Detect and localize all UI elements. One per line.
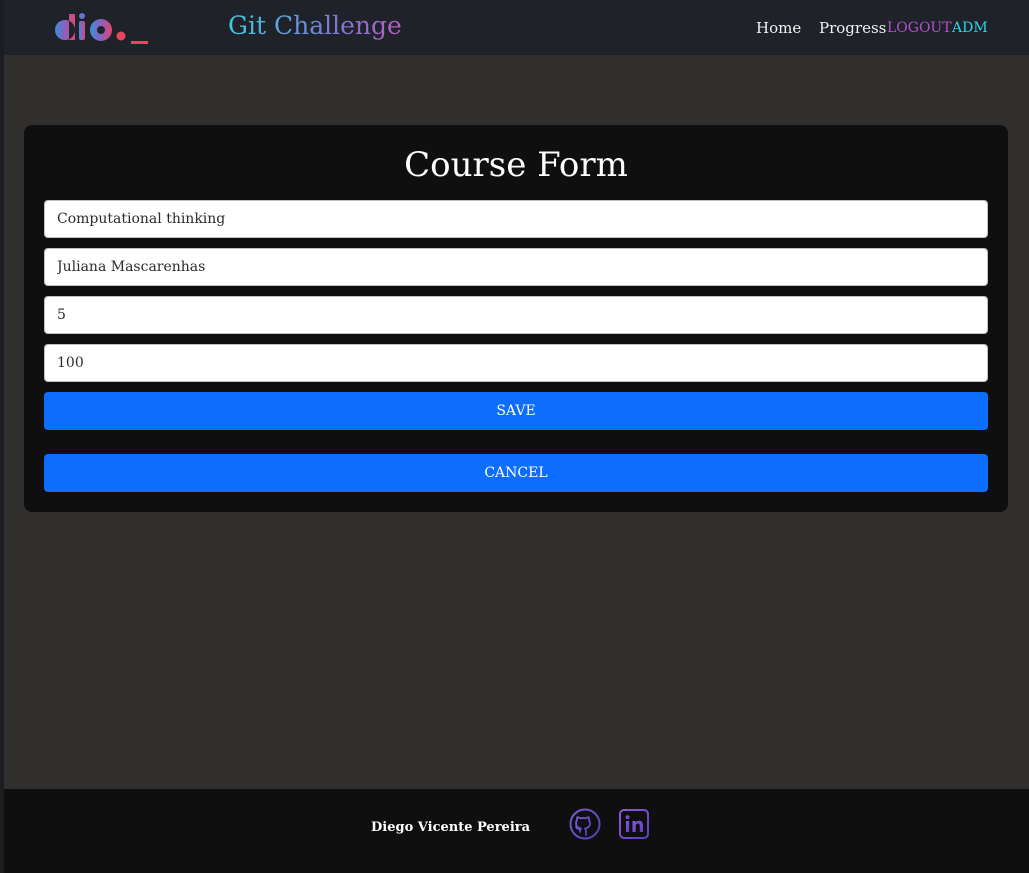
course-number-input[interactable] <box>44 296 988 334</box>
cancel-button[interactable]: CANCEL <box>44 454 988 492</box>
course-value-input[interactable] <box>44 344 988 382</box>
course-form-card: Course Form SAVE CANCEL <box>24 125 1008 512</box>
dio-logo-icon[interactable] <box>51 10 151 46</box>
page-footer: Diego Vicente Pereira <box>4 789 1029 873</box>
github-icon <box>569 808 601 840</box>
top-navbar: Git Challenge Home Progress LOGOUT ADM <box>4 0 1029 55</box>
brand-title[interactable]: Git Challenge <box>228 9 402 43</box>
nav-progress-link[interactable]: Progress <box>819 17 886 39</box>
linkedin-link[interactable] <box>618 808 650 840</box>
main-content: Course Form SAVE CANCEL <box>4 55 1029 789</box>
save-button[interactable]: SAVE <box>44 392 988 430</box>
github-link[interactable] <box>569 808 601 840</box>
nav-home-link[interactable]: Home <box>756 17 801 39</box>
linkedin-icon <box>619 809 649 839</box>
nav-adm-link[interactable]: ADM <box>952 17 988 39</box>
instructor-input[interactable] <box>44 248 988 286</box>
nav-logout-link[interactable]: LOGOUT <box>887 17 952 39</box>
footer-author: Diego Vicente Pereira <box>371 820 531 835</box>
course-name-input[interactable] <box>44 200 988 238</box>
form-title: Course Form <box>404 145 628 185</box>
